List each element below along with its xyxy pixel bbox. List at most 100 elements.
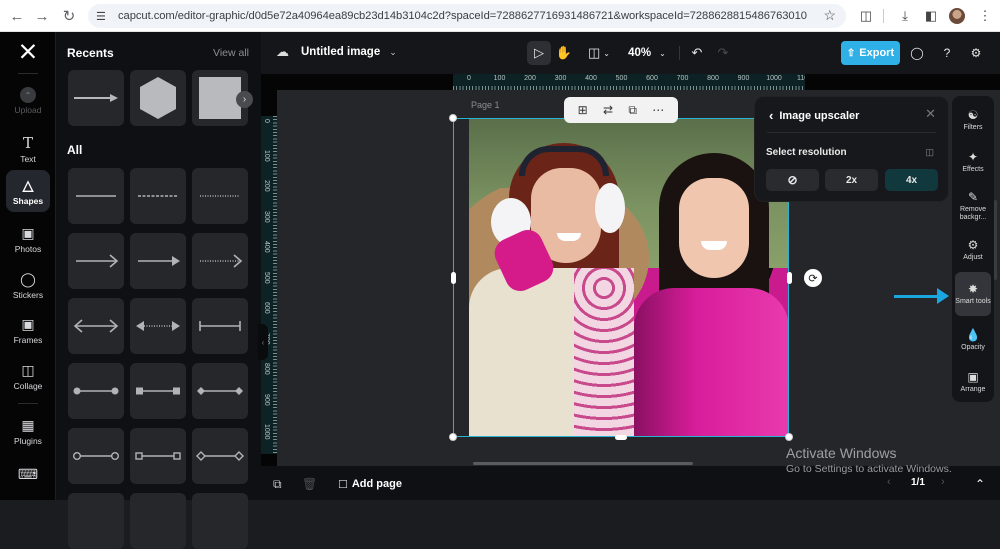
capcut-logo[interactable]: ⨉	[17, 43, 39, 61]
arrange-icon: ▣	[967, 370, 979, 384]
extensions-icon[interactable]: ◫	[855, 5, 877, 27]
shape-tile-dashed-line[interactable]	[130, 168, 186, 224]
duplicate-icon[interactable]: ⧉	[628, 103, 637, 118]
help-icon[interactable]: ?	[939, 45, 955, 61]
download-icon[interactable]: ⤓	[894, 5, 916, 27]
shape-tile[interactable]	[130, 493, 186, 549]
next-page-button[interactable]: ›	[941, 476, 945, 488]
rail-item-arrange[interactable]: ▣ Arrange	[955, 360, 991, 404]
rail-divider	[18, 403, 38, 404]
resize-handle-bottom-left[interactable]	[449, 433, 457, 441]
shape-tile-line-hollow-diamonds[interactable]	[192, 428, 248, 484]
shape-tile-double-open-arrow[interactable]	[68, 298, 124, 354]
ruler-tick-label: 1000	[766, 75, 782, 82]
shape-tile-dotted-double-filled-arrow[interactable]	[130, 298, 186, 354]
rail-item-upload[interactable]: ⌃ Upload	[6, 80, 50, 122]
resize-handle-bottom-right[interactable]	[785, 433, 793, 441]
shape-tile-line-bar-ends[interactable]	[192, 298, 248, 354]
ruler-tick-label: 800	[263, 363, 270, 375]
shape-tile[interactable]	[192, 493, 248, 549]
undo-button[interactable]: ↶	[687, 41, 707, 65]
view-all-link[interactable]: View all	[213, 47, 249, 59]
rail-item-adjust[interactable]: ⚙ Adjust	[955, 228, 991, 272]
upscaler-back-button[interactable]: ‹ Image upscaler	[769, 108, 859, 123]
add-page-button[interactable]: □ Add page	[339, 476, 402, 491]
rail-item-text[interactable]: T Text	[6, 128, 50, 170]
address-bar[interactable]: ☰ capcut.com/editor-graphic/d0d5e72a4096…	[88, 4, 846, 28]
right-rail-scrollbar[interactable]	[994, 200, 997, 280]
rail-item-photos[interactable]: ▣ Photos	[6, 218, 50, 260]
browser-menu-icon[interactable]: ⋮	[974, 5, 996, 27]
rail-item-filters[interactable]: ☯ Filters	[955, 98, 991, 142]
rail-item-stickers[interactable]: ◯ Stickers	[6, 264, 50, 306]
shape-tile-line-filled-diamonds[interactable]	[192, 363, 248, 419]
rail-item-effects[interactable]: ✦ Effects	[955, 140, 991, 184]
toolbar-divider	[679, 46, 680, 60]
collapse-panel-button[interactable]: ‹	[258, 324, 268, 360]
shape-tile-line-hollow-circles[interactable]	[68, 428, 124, 484]
profile-avatar[interactable]	[949, 8, 965, 24]
rotate-button[interactable]: ⟳	[804, 269, 822, 287]
back-button[interactable]: ←	[6, 5, 28, 27]
more-options-icon[interactable]: ⋯	[652, 103, 664, 117]
resize-handle-bottom[interactable]	[615, 435, 627, 440]
shape-tile-line-filled-arrow[interactable]	[130, 233, 186, 289]
image-context-toolbar: ⊞ ⇄ ⧉ ⋯	[564, 97, 678, 123]
replace-icon[interactable]: ⇄	[603, 103, 613, 117]
rail-item-smart-tools[interactable]: ✸ Smart tools	[955, 272, 991, 316]
delete-page-icon[interactable]: 🗑	[302, 477, 317, 491]
rail-item-plugins[interactable]: ▦ Plugins	[6, 410, 50, 452]
keyboard-shortcuts-button[interactable]: ⌨	[6, 460, 50, 488]
shape-tile-line-open-arrow[interactable]	[68, 233, 124, 289]
shape-tile-line-filled-squares[interactable]	[130, 363, 186, 419]
side-panel-icon[interactable]: ◧	[920, 5, 942, 27]
export-button[interactable]: ⇧ Export	[841, 41, 900, 65]
redo-button[interactable]: ↷	[713, 41, 733, 65]
shape-tile-line-filled-circles[interactable]	[68, 363, 124, 419]
line-filled-squares-icon	[136, 387, 180, 395]
layout-dropdown[interactable]: ◫ ⌄	[584, 41, 614, 65]
site-settings-icon[interactable]: ☰	[96, 10, 110, 23]
reload-button[interactable]: ↻	[58, 5, 80, 27]
ruler-tick-label: 100	[263, 149, 270, 162]
ruler-ticks	[273, 116, 277, 466]
rail-item-collage[interactable]: ◫ Collage	[6, 355, 50, 397]
resize-handle-right[interactable]	[787, 272, 792, 284]
bookmark-star-icon[interactable]: ☆	[823, 7, 836, 24]
ruler-tick-label: 600	[263, 302, 270, 314]
rail-item-frames[interactable]: ▣ Frames	[6, 309, 50, 351]
resolution-4x-button[interactable]: 4x	[885, 169, 938, 191]
rail-item-shapes[interactable]: △ Shapes	[6, 170, 50, 212]
shape-tile-line-hollow-squares[interactable]	[130, 428, 186, 484]
forward-button[interactable]: →	[31, 5, 53, 27]
close-icon[interactable]: ✕	[925, 106, 936, 122]
vertical-ruler: 010020030040050060070080090010001100	[261, 116, 277, 470]
crop-icon[interactable]: ⊞	[578, 103, 588, 117]
rail-item-remove-background[interactable]: ✎ Remove backgr...	[955, 184, 991, 228]
resize-handle-top-left[interactable]	[449, 114, 457, 122]
recents-next-button[interactable]: ›	[236, 91, 253, 108]
resolution-2x-button[interactable]: 2x	[825, 169, 878, 191]
settings-icon[interactable]: ⚙	[968, 45, 984, 61]
shape-tile-dotted-line[interactable]	[192, 168, 248, 224]
shape-tile-solid-line[interactable]	[68, 168, 124, 224]
rotate-icon: ⟳	[808, 272, 818, 285]
rail-item-opacity[interactable]: 💧 Opacity	[955, 318, 991, 362]
ruler-tick-label: 600	[646, 75, 658, 82]
resolution-none-button[interactable]: ⊘	[766, 169, 819, 191]
document-title-button[interactable]: ☁ Untitled image ⌄	[276, 44, 397, 60]
compare-icon[interactable]: ◫	[925, 147, 934, 158]
select-tool-button[interactable]: ▷	[527, 41, 551, 65]
recent-shape-hexagon[interactable]	[130, 70, 186, 126]
recent-shape-arrow[interactable]	[68, 70, 124, 126]
shield-icon[interactable]: ◯	[909, 45, 925, 61]
previous-page-button[interactable]: ‹	[887, 476, 891, 488]
shape-tile-dotted-open-arrow[interactable]	[192, 233, 248, 289]
duplicate-page-icon[interactable]: ⧉	[273, 477, 282, 492]
resize-handle-left[interactable]	[451, 272, 456, 284]
shape-tile[interactable]	[68, 493, 124, 549]
expand-pages-icon[interactable]: ⌃	[975, 477, 985, 491]
hand-tool-button[interactable]: ✋	[553, 41, 575, 65]
zoom-dropdown[interactable]: 40% ⌄	[623, 41, 671, 65]
horizontal-scrollbar[interactable]	[473, 462, 693, 465]
